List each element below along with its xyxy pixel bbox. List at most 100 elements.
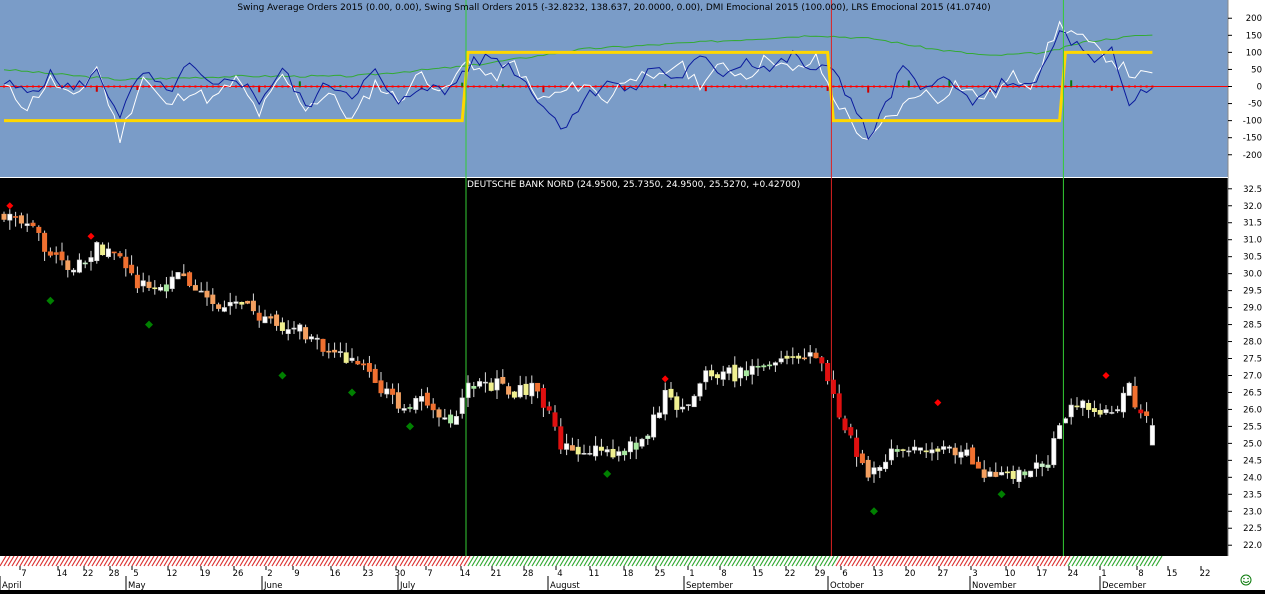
candle-body — [274, 315, 278, 326]
candle-body — [750, 366, 754, 374]
zero-marker — [774, 86, 776, 88]
candle-body — [263, 317, 267, 323]
lower-y-tick: 26.5 — [1243, 388, 1262, 398]
candle-body — [106, 249, 110, 257]
zero-marker — [386, 86, 388, 88]
zero-marker — [351, 86, 353, 88]
candle-body — [965, 450, 969, 456]
zero-marker — [769, 86, 771, 88]
candle-body — [524, 384, 528, 394]
lower-y-tick: 27.5 — [1243, 355, 1262, 365]
candle-body — [193, 285, 197, 290]
x-day-tick: 6 — [842, 569, 847, 579]
zero-marker — [1117, 86, 1119, 88]
candle-body — [286, 329, 290, 333]
candle-body — [541, 388, 545, 407]
candle-body — [1011, 471, 1015, 478]
candle-body — [854, 438, 858, 457]
zero-marker — [890, 86, 892, 88]
candle-body — [506, 387, 510, 395]
x-day-tick: 14 — [460, 569, 471, 579]
lower-y-tick: 28.0 — [1243, 338, 1262, 348]
candle-body — [762, 366, 766, 367]
upper-panel-title: Swing Average Orders 2015 (0.00, 0.00), … — [237, 3, 990, 13]
x-month-label: June — [263, 581, 283, 590]
candle-body — [802, 358, 806, 359]
candle-body — [733, 365, 737, 381]
candle-body — [158, 287, 162, 290]
zero-marker — [200, 86, 202, 88]
candle-body — [1057, 425, 1061, 438]
zero-marker — [595, 86, 597, 88]
candle-body — [796, 356, 800, 358]
candle-body — [814, 353, 818, 358]
candle-body — [182, 274, 186, 276]
zero-marker — [832, 86, 834, 88]
candle-body — [402, 408, 406, 410]
zero-marker — [183, 86, 185, 88]
candle-body — [709, 371, 713, 376]
zero-marker — [293, 86, 295, 88]
candle-body — [1110, 412, 1114, 413]
candle-body — [907, 451, 911, 452]
x-day-tick: 10 — [1005, 569, 1016, 579]
zero-marker — [357, 86, 359, 88]
x-day-tick: 29 — [815, 569, 826, 579]
zero-marker — [687, 86, 689, 88]
lower-y-tick: 22.5 — [1243, 524, 1262, 534]
upper-y-tick: 50 — [1251, 65, 1262, 75]
zero-marker — [995, 86, 997, 88]
candle-body — [640, 439, 644, 446]
candle-body — [118, 253, 122, 256]
zero-marker — [937, 86, 939, 88]
zero-marker — [1105, 86, 1107, 88]
zero-marker — [1041, 86, 1043, 88]
zero-marker — [49, 86, 51, 88]
zero-marker — [902, 86, 904, 88]
lower-y-tick: 29.5 — [1243, 287, 1262, 297]
zero-marker — [983, 86, 985, 88]
candle-body — [222, 308, 226, 312]
candle-body — [153, 288, 157, 289]
candle-body — [599, 447, 603, 450]
candle-body — [1098, 410, 1102, 414]
candle-body — [889, 449, 893, 460]
upper-y-tick: 150 — [1246, 31, 1262, 41]
zero-marker — [305, 86, 307, 88]
candle-body — [559, 427, 563, 449]
candle-body — [19, 216, 23, 224]
candle-body — [164, 285, 168, 291]
zero-marker — [612, 86, 614, 88]
zero-marker — [798, 86, 800, 88]
candle-body — [448, 415, 452, 423]
candle-body — [315, 338, 319, 339]
candle-body — [576, 447, 580, 454]
candle-body — [791, 357, 795, 358]
zero-marker — [281, 86, 283, 88]
candle-body — [1075, 406, 1079, 407]
candle-body — [48, 252, 52, 256]
zero-marker — [345, 86, 347, 88]
candle-body — [216, 305, 220, 309]
lower-y-tick: 28.5 — [1243, 321, 1262, 331]
candle-body — [808, 353, 812, 357]
x-day-tick: 28 — [109, 569, 120, 579]
candle-body — [60, 252, 64, 260]
x-day-tick: 7 — [21, 569, 26, 579]
x-month-label: November — [972, 581, 1017, 590]
candle-body — [704, 371, 708, 382]
candle-body — [390, 389, 394, 395]
candle-body — [1069, 405, 1073, 417]
candle-body — [518, 385, 522, 397]
zero-marker — [803, 86, 805, 88]
candle-body — [959, 452, 963, 457]
lower-y-tick: 29.0 — [1243, 304, 1262, 314]
zero-marker — [194, 86, 196, 88]
zero-marker — [763, 86, 765, 88]
candle-body — [547, 407, 551, 411]
x-day-tick: 7 — [427, 569, 432, 579]
candle-body — [512, 392, 516, 397]
candle-body — [472, 386, 476, 388]
zero-marker — [682, 86, 684, 88]
zero-marker — [548, 86, 550, 88]
